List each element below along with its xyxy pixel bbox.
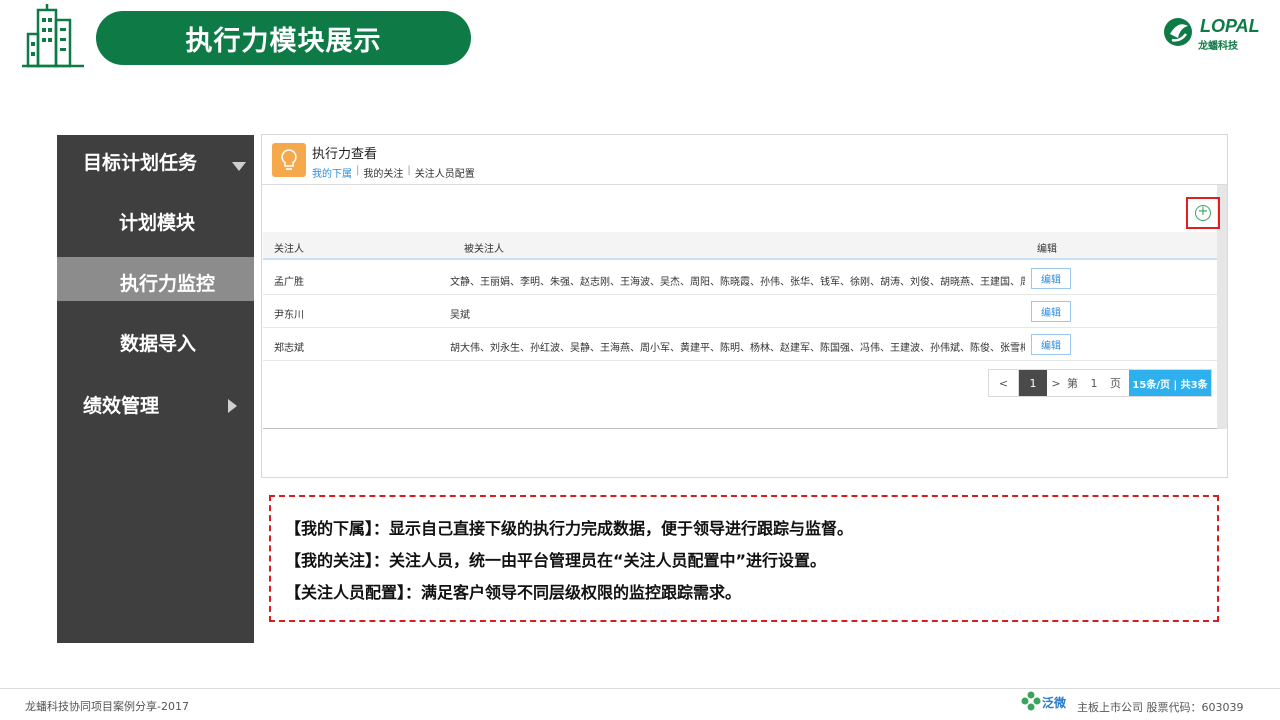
add-highlight-box: + bbox=[1186, 197, 1220, 229]
sidebar-item-execution-monitor[interactable]: 执行力监控 bbox=[120, 269, 215, 296]
lightbulb-icon bbox=[272, 143, 306, 177]
prev-page-button[interactable]: < bbox=[989, 370, 1019, 396]
watched-cell: 文静、王丽娟、李明、朱强、赵志刚、王海波、吴杰、周阳、陈晓霞、孙伟、张华、钱军、… bbox=[450, 277, 1025, 288]
chevron-right-icon[interactable] bbox=[228, 399, 237, 413]
page-indicator: 第 1 页 bbox=[1065, 370, 1129, 396]
page-size-select[interactable]: 15条/页 | 共3条 bbox=[1129, 370, 1211, 396]
building-icon bbox=[20, 4, 86, 68]
watcher-cell: 郑志斌 bbox=[274, 343, 304, 354]
edit-button[interactable]: 编辑 bbox=[1031, 334, 1071, 355]
column-header-edit: 编辑 bbox=[1037, 244, 1057, 255]
lopal-logo: LOPAL 龙蟠科技 bbox=[1162, 16, 1266, 52]
sidebar-item-performance-management[interactable]: 绩效管理 bbox=[83, 391, 159, 418]
page-number-input[interactable]: 1 bbox=[1091, 377, 1098, 390]
table-row: 孟广胜 文静、王丽娟、李明、朱强、赵志刚、王海波、吴杰、周阳、陈晓霞、孙伟、张华… bbox=[263, 262, 1217, 295]
weaver-logo: 泛微 bbox=[1020, 690, 1070, 714]
footer-caption: 龙蟠科技协同项目案例分享-2017 bbox=[25, 700, 189, 713]
column-header-watched: 被关注人 bbox=[464, 244, 504, 255]
tab-bar: 我的下属 | 我的关注 | 关注人员配置 bbox=[312, 165, 479, 180]
next-page-button[interactable]: > bbox=[1047, 370, 1065, 396]
footer-divider bbox=[0, 688, 1280, 689]
sidebar: 目标计划任务 计划模块 执行力监控 数据导入 绩效管理 bbox=[57, 135, 254, 643]
pagination: < 1 > 第 1 页 15条/页 | 共3条 bbox=[988, 369, 1212, 397]
logo-mark-icon bbox=[1164, 18, 1192, 46]
page-prefix: 第 bbox=[1067, 377, 1078, 390]
logo-subtitle: 龙蟠科技 bbox=[1198, 41, 1238, 52]
tab-my-follows[interactable]: 我的关注 bbox=[363, 165, 403, 180]
watched-cell: 胡大伟、刘永生、孙红波、吴静、王海燕、周小军、黄建平、陈明、杨林、赵建军、陈国强… bbox=[450, 343, 1025, 354]
chevron-down-icon[interactable] bbox=[232, 162, 246, 171]
weaver-logo-icon bbox=[1021, 691, 1041, 711]
edit-button[interactable]: 编辑 bbox=[1031, 268, 1071, 289]
edit-button[interactable]: 编辑 bbox=[1031, 301, 1071, 322]
tab-separator: | bbox=[407, 165, 411, 176]
logo-text: LOPAL bbox=[1200, 16, 1260, 36]
footer-stock-info: 主板上市公司 股票代码：603039 bbox=[1077, 701, 1244, 714]
table-row: 郑志斌 胡大伟、刘永生、孙红波、吴静、王海燕、周小军、黄建平、陈明、杨林、赵建军… bbox=[263, 328, 1217, 361]
page-title: 执行力模块展示 bbox=[96, 11, 471, 65]
watched-cell: 吴斌 bbox=[450, 310, 470, 321]
add-icon[interactable]: + bbox=[1195, 205, 1211, 221]
page-suffix: 页 bbox=[1110, 377, 1121, 390]
weaver-logo-text: 泛微 bbox=[1042, 696, 1067, 710]
watcher-cell: 尹东川 bbox=[274, 310, 304, 321]
description-line: 【我的下属】：显示自己直接下级的执行力完成数据，便于领导进行跟踪与监督。 bbox=[285, 519, 854, 538]
table-row: 尹东川 吴斌 编辑 bbox=[263, 295, 1217, 328]
execution-view-panel: 执行力查看 我的下属 | 我的关注 | 关注人员配置 + 关注人 被关注人 编辑… bbox=[261, 134, 1228, 478]
sidebar-item-goal-plan-task[interactable]: 目标计划任务 bbox=[83, 148, 197, 175]
tab-my-subordinates[interactable]: 我的下属 bbox=[312, 165, 352, 180]
tab-separator: | bbox=[356, 165, 360, 176]
description-box: 【我的下属】：显示自己直接下级的执行力完成数据，便于领导进行跟踪与监督。 【我的… bbox=[269, 495, 1219, 622]
description-line: 【我的关注】：关注人员，统一由平台管理员在“关注人员配置中”进行设置。 bbox=[285, 551, 827, 570]
column-header-watcher: 关注人 bbox=[274, 244, 304, 255]
watcher-cell: 孟广胜 bbox=[274, 277, 304, 288]
sidebar-item-data-import[interactable]: 数据导入 bbox=[120, 329, 196, 356]
tab-follow-config[interactable]: 关注人员配置 bbox=[415, 165, 475, 180]
table-header: 关注人 被关注人 编辑 bbox=[263, 232, 1217, 260]
sidebar-item-plan-module[interactable]: 计划模块 bbox=[119, 208, 195, 235]
current-page-button[interactable]: 1 bbox=[1019, 370, 1047, 396]
description-line: 【关注人员配置】：满足客户领导不同层级权限的监控跟踪需求。 bbox=[285, 583, 742, 602]
app-title: 执行力查看 bbox=[312, 147, 378, 162]
